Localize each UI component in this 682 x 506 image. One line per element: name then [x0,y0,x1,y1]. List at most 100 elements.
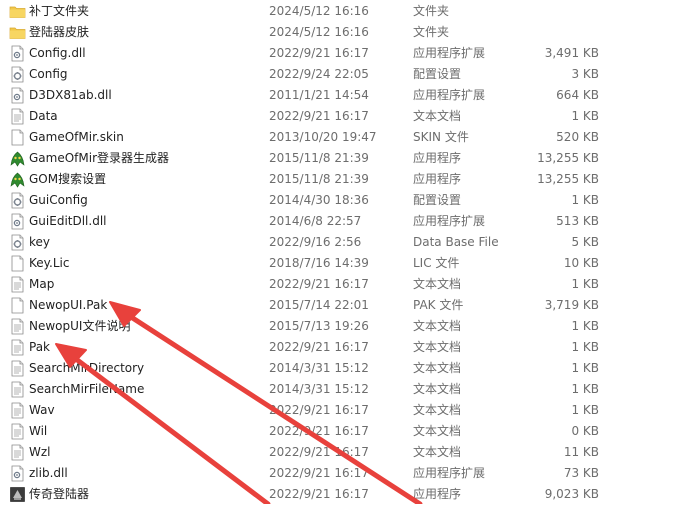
file-modified-date: 2022/9/21 16:17 [269,277,369,291]
file-size: 10 KB [563,256,599,270]
dll-icon [9,87,26,104]
file-type: SKIN 文件 [413,130,469,144]
file-row[interactable]: GameOfMir登录器生成器 2015/11/8 21:39 应用程序 13,255… [0,148,682,169]
file-size: 520 KB [556,130,599,144]
app-icon [9,171,26,188]
file-modified-date: 2015/7/14 22:01 [269,298,369,312]
file-type: 文本文档 [413,361,462,375]
file-row[interactable]: 传奇登陆器 2022/9/21 16:17 应用程序 9,023 KB [0,484,682,505]
file-modified-date: 2022/9/21 16:17 [269,109,369,123]
file-row[interactable]: SearchMirFileName 2014/3/31 15:12 文本文档 1 KB [0,379,682,400]
file-type: 应用程序扩展 [413,88,486,102]
file-modified-date: 2015/11/8 21:39 [269,151,369,165]
file-type: 配置设置 [413,193,462,207]
file-row[interactable]: Wav 2022/9/21 16:17 文本文档 1 KB [0,400,682,421]
file-modified-date: 2013/10/20 19:47 [269,130,377,144]
file-name: 登陆器皮肤 [29,25,90,39]
file-size: 9,023 KB [544,487,599,501]
file-name: SearchMirDirectory [29,361,145,375]
file-row[interactable]: GameOfMir.skin 2013/10/20 19:47 SKIN 文件 520… [0,127,682,148]
text-file-icon [9,444,26,461]
text-file-icon [9,318,26,335]
file-modified-date: 2022/9/21 16:17 [269,403,369,417]
file-size: 73 KB [563,466,599,480]
file-size: 3,719 KB [544,298,599,312]
file-type: 文本文档 [413,382,462,396]
file-name: Wav [29,403,55,417]
file-name: 传奇登陆器 [29,487,90,501]
file-type: 应用程序 [413,172,462,186]
text-file-icon [9,360,26,377]
file-modified-date: 2022/9/24 22:05 [269,67,369,81]
file-modified-date: 2011/1/21 14:54 [269,88,369,102]
file-row[interactable]: Wzl 2022/9/21 16:17 文本文档 11 KB [0,442,682,463]
file-row[interactable]: Config 2022/9/24 22:05 配置设置 3 KB [0,64,682,85]
file-type: 文件夹 [413,4,450,18]
file-modified-date: 2024/5/12 16:16 [269,4,369,18]
file-type: 应用程序扩展 [413,214,486,228]
file-row[interactable]: D3DX81ab.dll 2011/1/21 14:54 应用程序扩展 664 KB [0,85,682,106]
file-modified-date: 2014/4/30 18:36 [269,193,369,207]
file-type: 文本文档 [413,445,462,459]
dll-icon [9,213,26,230]
file-modified-date: 2015/11/8 21:39 [269,172,369,186]
text-file-icon [9,423,26,440]
file-type: 应用程序 [413,487,462,501]
file-row[interactable]: Config.dll 2022/9/21 16:17 应用程序扩展 3,491 KB [0,43,682,64]
folder-icon [9,3,26,20]
file-row[interactable]: zlib.dll 2022/9/21 16:17 应用程序扩展 73 KB [0,463,682,484]
file-type: 应用程序扩展 [413,466,486,480]
file-name: Wzl [29,445,51,459]
file-size: 1 KB [571,361,599,375]
file-name: GOM搜索设置 [29,172,107,186]
file-row[interactable]: NewopUI文件说明 2015/7/13 19:26 文本文档 1 KB [0,316,682,337]
file-type: 配置设置 [413,67,462,81]
file-modified-date: 2022/9/21 16:17 [269,46,369,60]
file-row[interactable]: Wil 2022/9/21 16:17 文本文档 0 KB [0,421,682,442]
file-row[interactable]: GOM搜索设置 2015/11/8 21:39 应用程序 13,255 KB [0,169,682,190]
file-size: 1 KB [571,382,599,396]
folder-icon [9,24,26,41]
text-file-icon [9,108,26,125]
file-type: 文本文档 [413,340,462,354]
file-name: key [29,235,51,249]
file-row[interactable]: 补丁文件夹 2024/5/12 16:16 文件夹 [0,1,682,22]
blank-file-icon [9,255,26,272]
file-name: Wil [29,424,48,438]
config-icon [9,66,26,83]
file-row[interactable]: key 2022/9/16 2:56 Data Base File 5 KB [0,232,682,253]
file-row[interactable]: SearchMirDirectory 2014/3/31 15:12 文本文档 1 K… [0,358,682,379]
file-name: Data [29,109,58,123]
text-file-icon [9,402,26,419]
file-modified-date: 2014/3/31 15:12 [269,361,369,375]
file-name: Config.dll [29,46,86,60]
file-name: GameOfMir登录器生成器 [29,151,170,165]
file-modified-date: 2022/9/21 16:17 [269,445,369,459]
file-type: 应用程序扩展 [413,46,486,60]
file-size: 5 KB [571,235,599,249]
file-name: Pak [29,340,50,354]
file-row[interactable]: 登陆器皮肤 2024/5/12 16:16 文件夹 [0,22,682,43]
file-size: 1 KB [571,109,599,123]
file-modified-date: 2022/9/16 2:56 [269,235,362,249]
file-size: 1 KB [571,319,599,333]
file-row[interactable]: NewopUI.Pak 2015/7/14 22:01 PAK 文件 3,719 KB [0,295,682,316]
file-name: Key.Lic [29,256,70,270]
config-icon [9,192,26,209]
file-modified-date: 2024/5/12 16:16 [269,25,369,39]
file-row[interactable]: Data 2022/9/21 16:17 文本文档 1 KB [0,106,682,127]
file-modified-date: 2022/9/21 16:17 [269,424,369,438]
file-row[interactable]: GuiConfig 2014/4/30 18:36 配置设置 1 KB [0,190,682,211]
file-row[interactable]: GuiEditDll.dll 2014/6/8 22:57 应用程序扩展 513 KB [0,211,682,232]
file-type: 文本文档 [413,424,462,438]
text-file-icon [9,381,26,398]
file-row[interactable]: Key.Lic 2018/7/16 14:39 LIC 文件 10 KB [0,253,682,274]
file-row[interactable]: Map 2022/9/21 16:17 文本文档 1 KB [0,274,682,295]
file-type: LIC 文件 [413,256,460,270]
file-row[interactable]: Pak 2022/9/21 16:17 文本文档 1 KB [0,337,682,358]
file-size: 1 KB [571,340,599,354]
file-name: GuiEditDll.dll [29,214,107,228]
file-type: 文本文档 [413,403,462,417]
file-name: GameOfMir.skin [29,130,124,144]
file-name: D3DX81ab.dll [29,88,112,102]
